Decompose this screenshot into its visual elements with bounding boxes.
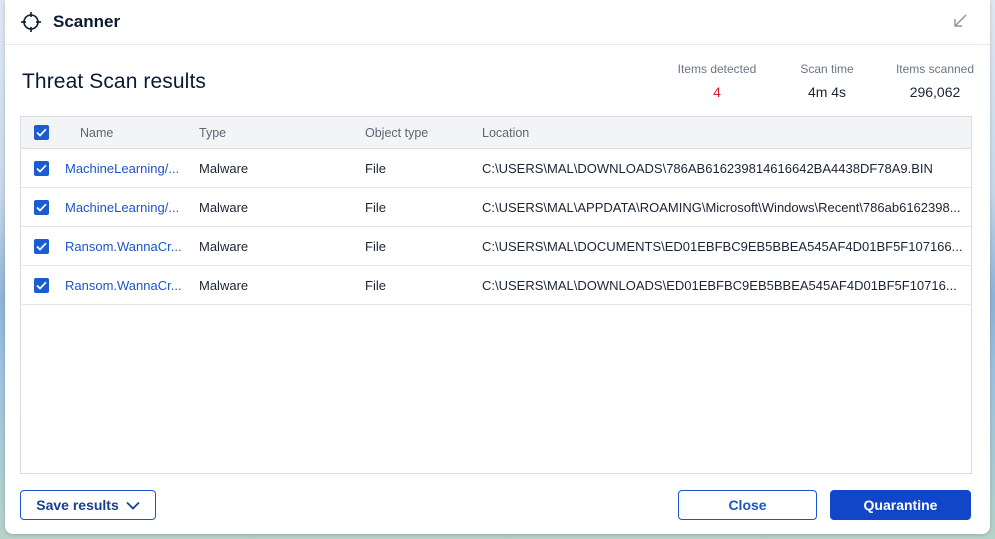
stat-items-scanned: Items scanned 296,062 xyxy=(885,62,985,100)
row-check-cell xyxy=(34,266,54,304)
row-checkbox[interactable] xyxy=(34,199,49,215)
scanner-window: Scanner Threat Scan results Items detect… xyxy=(5,0,990,534)
checkmark-icon xyxy=(36,164,47,173)
checkmark-icon xyxy=(36,128,47,137)
table-header: Name Type Object type Location xyxy=(21,117,971,149)
app-title: Scanner xyxy=(53,12,121,31)
threat-name-link[interactable]: Ransom.WannaCr... xyxy=(65,239,182,254)
table-row[interactable]: Ransom.WannaCr... Malware File C:\USERS\… xyxy=(21,266,971,305)
close-button[interactable]: Close xyxy=(678,490,817,520)
stat-value: 4m 4s xyxy=(807,84,847,100)
stat-label: Scan time xyxy=(800,62,854,76)
quarantine-button[interactable]: Quarantine xyxy=(830,490,971,520)
row-check-cell xyxy=(34,227,54,265)
stat-label: Items detected xyxy=(677,62,757,76)
row-object-type-cell: File xyxy=(365,160,386,176)
page-title: Threat Scan results xyxy=(22,70,206,93)
row-name-cell: MachineLearning/... xyxy=(65,188,190,226)
row-location-cell: C:\USERS\MAL\DOCUMENTS\ED01EBFBC9EB5BBEA… xyxy=(482,238,963,254)
column-header-location[interactable]: Location xyxy=(482,117,967,148)
column-header-name[interactable]: Name xyxy=(80,117,205,148)
row-object-type-cell: File xyxy=(365,199,386,215)
stat-value: 296,062 xyxy=(909,84,961,100)
threat-name-link[interactable]: Ransom.WannaCr... xyxy=(65,278,182,293)
column-header-type[interactable]: Type xyxy=(199,117,319,148)
stat-value: 4 xyxy=(713,84,721,100)
title-bar: Scanner xyxy=(5,0,990,45)
stat-label: Items scanned xyxy=(895,62,975,76)
select-all-cell xyxy=(34,117,54,148)
table-row[interactable]: MachineLearning/... Malware File C:\USER… xyxy=(21,188,971,227)
column-header-object-type[interactable]: Object type xyxy=(365,117,475,148)
row-name-cell: Ransom.WannaCr... xyxy=(65,227,190,265)
row-type-cell: Malware xyxy=(199,199,249,215)
stat-items-detected: Items detected 4 xyxy=(672,62,762,100)
threat-name-link[interactable]: MachineLearning/... xyxy=(65,161,179,176)
row-location-cell: C:\USERS\MAL\APPDATA\ROAMING\Microsoft\W… xyxy=(482,199,961,215)
select-all-checkbox[interactable] xyxy=(34,125,49,140)
checkmark-icon xyxy=(36,242,47,251)
crosshair-icon xyxy=(20,11,42,33)
table-row[interactable]: MachineLearning/... Malware File C:\USER… xyxy=(21,149,971,188)
results-table: Name Type Object type Location MachineLe… xyxy=(20,116,972,474)
row-location-cell: C:\USERS\MAL\DOWNLOADS\786AB616239814616… xyxy=(482,160,933,176)
row-checkbox[interactable] xyxy=(34,277,49,293)
row-name-cell: MachineLearning/... xyxy=(65,149,190,187)
row-type-cell: Malware xyxy=(199,160,249,176)
row-check-cell xyxy=(34,149,54,187)
stat-scan-time: Scan time 4m 4s xyxy=(792,62,862,100)
arrow-down-left-icon[interactable] xyxy=(952,13,968,29)
row-type-cell: Malware xyxy=(199,238,249,254)
row-checkbox[interactable] xyxy=(34,160,49,176)
row-object-type-cell: File xyxy=(365,277,386,293)
row-check-cell xyxy=(34,188,54,226)
row-location-cell: C:\USERS\MAL\DOWNLOADS\ED01EBFBC9EB5BBEA… xyxy=(482,277,957,293)
row-name-cell: Ransom.WannaCr... xyxy=(65,266,190,304)
row-checkbox[interactable] xyxy=(34,238,49,254)
threat-name-link[interactable]: MachineLearning/... xyxy=(65,200,179,215)
save-results-button[interactable]: Save results xyxy=(20,490,156,520)
save-results-label: Save results xyxy=(36,497,119,513)
checkmark-icon xyxy=(36,281,47,290)
row-type-cell: Malware xyxy=(199,277,249,293)
checkmark-icon xyxy=(36,203,47,212)
row-object-type-cell: File xyxy=(365,238,386,254)
table-row[interactable]: Ransom.WannaCr... Malware File C:\USERS\… xyxy=(21,227,971,266)
chevron-down-icon xyxy=(126,501,140,510)
